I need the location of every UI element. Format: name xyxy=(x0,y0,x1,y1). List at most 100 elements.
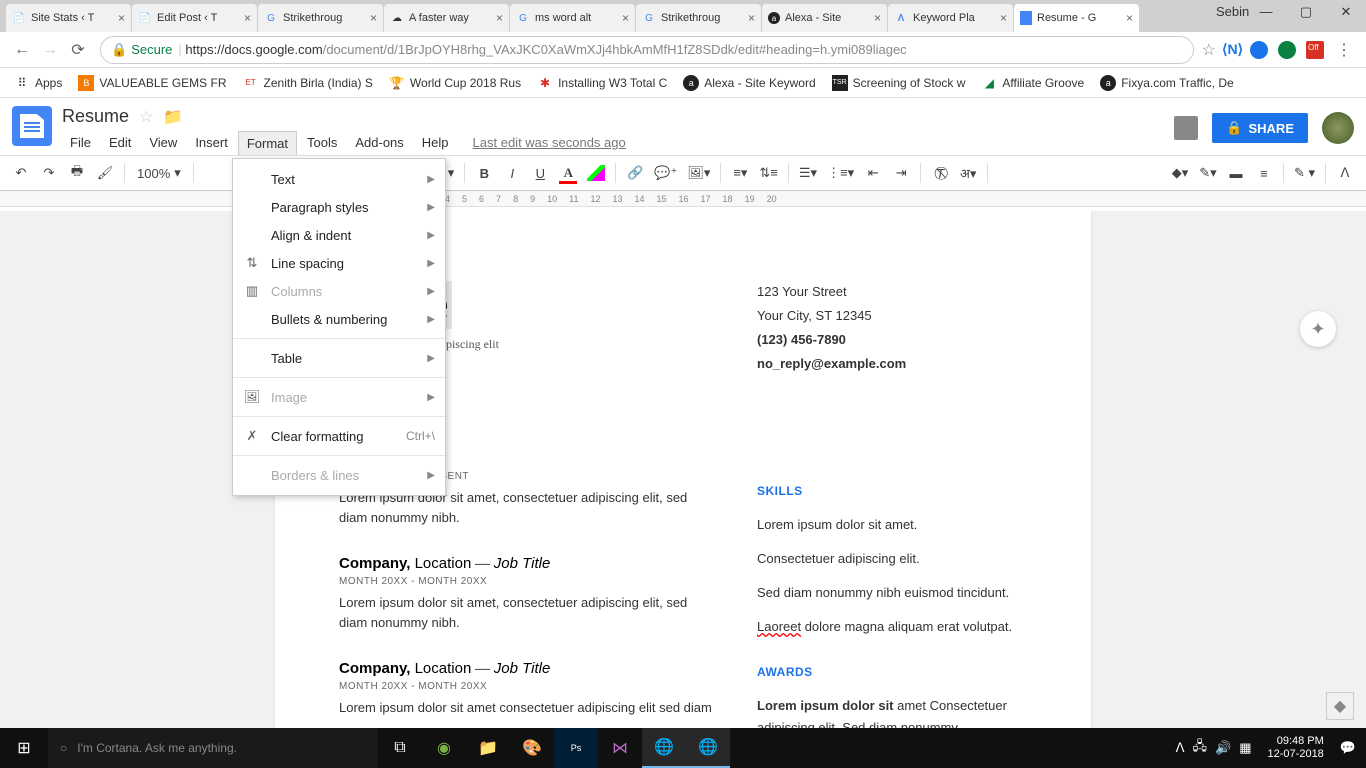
tab-keyword-planner[interactable]: ΛKeyword Pla× xyxy=(888,4,1013,32)
clear-format-button[interactable]: T⃠ xyxy=(927,160,953,186)
menu-edit[interactable]: Edit xyxy=(101,131,139,155)
menu-item-bullets-numbering[interactable]: Bullets & numbering▶ xyxy=(233,305,445,333)
image-button[interactable]: 🖼▾ xyxy=(683,160,714,186)
bullet-list-button[interactable]: ⋮≡▾ xyxy=(823,160,858,186)
hide-menus-button[interactable]: ᐱ xyxy=(1332,160,1358,186)
tool-4[interactable]: ≡ xyxy=(1251,160,1277,186)
underline-button[interactable]: U xyxy=(527,160,553,186)
tray-notifications-icon[interactable]: 💬 xyxy=(1340,740,1362,756)
tool-2[interactable]: ✎▾ xyxy=(1195,160,1221,186)
ext-icon-3[interactable] xyxy=(1278,41,1296,59)
menu-item-paragraph-styles[interactable]: Paragraph styles▶ xyxy=(233,193,445,221)
star-icon[interactable]: ☆ xyxy=(139,107,153,127)
print-button[interactable]: 🖶 xyxy=(64,160,90,186)
editing-mode-button[interactable]: ✎ ▾ xyxy=(1290,160,1319,186)
menu-help[interactable]: Help xyxy=(414,131,457,155)
menu-format[interactable]: Format xyxy=(238,131,297,155)
paint-format-button[interactable]: 🖌 xyxy=(92,160,118,186)
system-clock[interactable]: 09:48 PM 12-07-2018 xyxy=(1260,735,1332,761)
close-icon[interactable]: × xyxy=(370,11,377,25)
menu-item-clear-formatting[interactable]: ✗Clear formattingCtrl+\ xyxy=(233,422,445,450)
menu-addons[interactable]: Add-ons xyxy=(347,131,411,155)
line-spacing-button[interactable]: ⇅≡ xyxy=(755,160,781,186)
taskbar-app[interactable]: 🎨 xyxy=(510,728,554,768)
close-icon[interactable]: × xyxy=(874,11,881,25)
ext-icon-1[interactable]: ⟨N⟩ xyxy=(1222,41,1240,59)
bookmark-item[interactable]: ◢Affiliate Groove xyxy=(975,71,1090,95)
align-button[interactable]: ≡▾ xyxy=(727,160,753,186)
url-input[interactable]: 🔒 Secure | https://docs.google.com/docum… xyxy=(100,36,1194,64)
menu-item-text[interactable]: Text▶ xyxy=(233,165,445,193)
comments-icon[interactable] xyxy=(1174,116,1198,140)
document-canvas[interactable]: ▾ ✦ ◆ Name amet, consectetuer adipiscing… xyxy=(0,211,1366,728)
taskbar-photoshop[interactable]: Ps xyxy=(554,728,598,768)
menu-insert[interactable]: Insert xyxy=(187,131,236,155)
tray-network-icon[interactable]: 🖧 xyxy=(1193,737,1208,759)
ext-icon-2[interactable] xyxy=(1250,41,1268,59)
task-view-button[interactable]: ⧉ xyxy=(378,728,422,768)
ext-icon-4[interactable]: Off xyxy=(1306,41,1324,59)
italic-button[interactable]: I xyxy=(499,160,525,186)
menu-view[interactable]: View xyxy=(141,131,185,155)
redo-button[interactable]: ↷ xyxy=(36,160,62,186)
close-icon[interactable]: × xyxy=(748,11,755,25)
close-icon[interactable]: × xyxy=(1126,11,1133,25)
bookmark-star-icon[interactable]: ☆ xyxy=(1202,40,1216,60)
document-title[interactable]: Resume xyxy=(62,106,129,127)
back-button[interactable]: ← xyxy=(8,36,36,64)
taskbar-app[interactable]: ◉ xyxy=(422,728,466,768)
docs-logo-icon[interactable] xyxy=(12,106,52,146)
forward-button[interactable]: → xyxy=(36,36,64,64)
close-icon[interactable]: × xyxy=(118,11,125,25)
cortana-search[interactable]: ○I'm Cortana. Ask me anything. xyxy=(48,728,378,768)
chrome-profile[interactable]: Sebin xyxy=(1206,0,1246,19)
bookmark-item[interactable]: ETZenith Birla (India) S xyxy=(237,71,379,95)
tab-faster-way[interactable]: ☁A faster way× xyxy=(384,4,509,32)
last-edit-link[interactable]: Last edit was seconds ago xyxy=(465,131,634,155)
tab-ms-word[interactable]: Gms word alt× xyxy=(510,4,635,32)
tray-input-icon[interactable]: ▦ xyxy=(1239,740,1251,756)
taskbar-chrome-1[interactable]: 🌐 xyxy=(642,728,686,768)
input-tools-button[interactable]: अ▾ xyxy=(955,160,981,186)
bookmark-item[interactable]: aAlexa - Site Keyword xyxy=(677,71,821,95)
minimize-button[interactable]: — xyxy=(1246,0,1286,19)
menu-item-align-indent[interactable]: Align & indent▶ xyxy=(233,221,445,249)
link-button[interactable]: 🔗 xyxy=(622,160,648,186)
outdent-button[interactable]: ⇤ xyxy=(860,160,886,186)
comment-button[interactable]: 💬⁺ xyxy=(650,160,681,186)
account-avatar[interactable] xyxy=(1322,112,1354,144)
tab-strikethrough-2[interactable]: GStrikethroug× xyxy=(636,4,761,32)
text-color-button[interactable]: A xyxy=(555,160,581,186)
menu-item-table[interactable]: Table▶ xyxy=(233,344,445,372)
tab-alexa[interactable]: aAlexa - Site× xyxy=(762,4,887,32)
bookmark-item[interactable]: TSRScreening of Stock w xyxy=(826,71,972,95)
bookmark-item[interactable]: ✱Installing W3 Total C xyxy=(531,71,673,95)
zoom-select[interactable]: 100% ▾ xyxy=(131,165,187,181)
chrome-menu-button[interactable]: ⋮ xyxy=(1330,36,1358,64)
close-icon[interactable]: × xyxy=(244,11,251,25)
undo-button[interactable]: ↶ xyxy=(8,160,34,186)
folder-icon[interactable]: 📁 xyxy=(163,107,183,127)
bold-button[interactable]: B xyxy=(471,160,497,186)
taskbar-file-explorer[interactable]: 📁 xyxy=(466,728,510,768)
explore-button[interactable]: ✦ xyxy=(1300,311,1336,347)
bookmark-item[interactable]: aFixya.com Traffic, De xyxy=(1094,71,1239,95)
numbered-list-button[interactable]: ☰▾ xyxy=(795,160,821,186)
menu-item-line-spacing[interactable]: ⇅Line spacing▶ xyxy=(233,249,445,277)
tray-volume-icon[interactable]: 🔊 xyxy=(1215,740,1231,756)
ruler[interactable]: 4567891011121314151617181920 xyxy=(0,191,1366,207)
taskbar-chrome-2[interactable]: 🌐 xyxy=(686,728,730,768)
bookmark-item[interactable]: BVALUEABLE GEMS FR xyxy=(72,71,232,95)
close-icon[interactable]: × xyxy=(622,11,629,25)
feedback-button[interactable]: ◆ xyxy=(1326,692,1354,720)
tab-site-stats[interactable]: 📄Site Stats ‹ T× xyxy=(6,4,131,32)
indent-button[interactable]: ⇥ xyxy=(888,160,914,186)
bookmark-item[interactable]: 🏆World Cup 2018 Rus xyxy=(383,71,527,95)
close-icon[interactable]: × xyxy=(496,11,503,25)
taskbar-app[interactable]: ⋈ xyxy=(598,728,642,768)
menu-file[interactable]: File xyxy=(62,131,99,155)
close-window-button[interactable]: ✕ xyxy=(1326,0,1366,20)
close-icon[interactable]: × xyxy=(1000,11,1007,25)
menu-tools[interactable]: Tools xyxy=(299,131,345,155)
tab-edit-post[interactable]: 📄Edit Post ‹ T× xyxy=(132,4,257,32)
